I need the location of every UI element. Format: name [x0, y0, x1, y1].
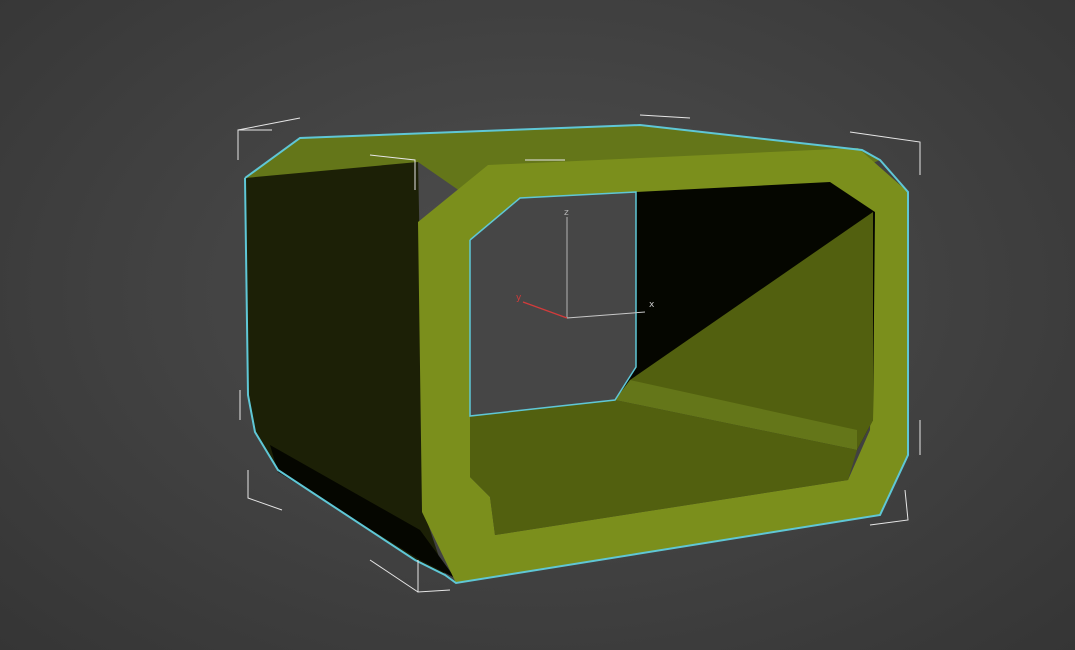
3d-viewport[interactable]: z x y	[0, 0, 1075, 650]
inner-opening-back	[470, 192, 636, 416]
selected-tube-object[interactable]	[244, 123, 909, 585]
gizmo-x-label: x	[649, 300, 655, 310]
viewport-scene: z x y	[237, 114, 921, 593]
gizmo-z-label: z	[564, 208, 569, 218]
gizmo-y-label: y	[516, 293, 522, 303]
